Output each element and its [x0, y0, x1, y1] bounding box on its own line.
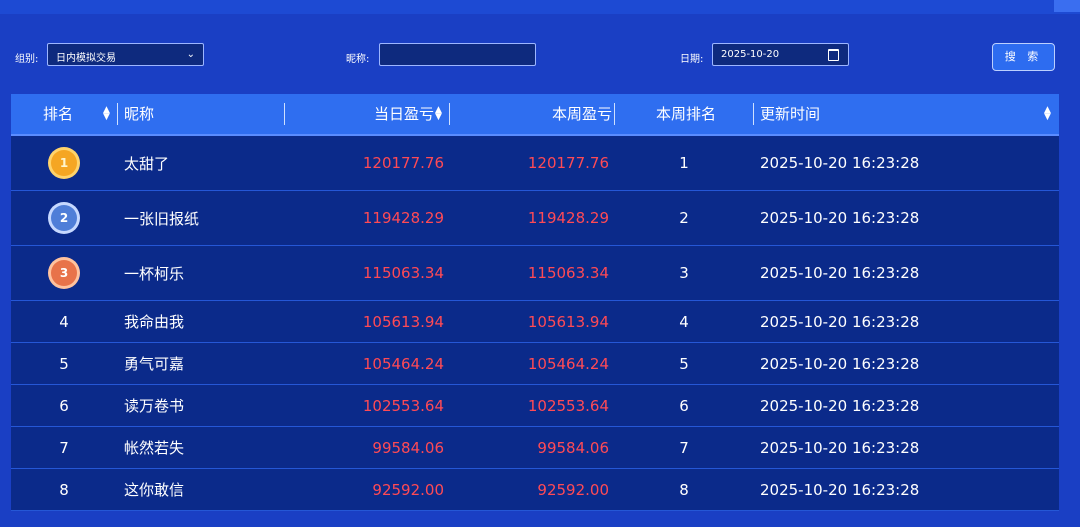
group-select-value: 日内模拟交易 [56, 53, 116, 64]
sort-updated-icon[interactable]: ▲ ▼ [1044, 106, 1051, 122]
corner-tab[interactable] [1054, 0, 1080, 12]
day-pnl-cell: 119428.29 [362, 209, 444, 227]
week-pnl-cell: 92592.00 [537, 480, 609, 499]
week-rank-cell: 7 [679, 438, 689, 457]
day-pnl-cell: 115063.34 [362, 264, 444, 282]
table-row[interactable]: 8 这你敢信 92592.00 92592.00 8 2025-10-20 16… [11, 469, 1059, 511]
rank-cell: 3 [11, 246, 117, 300]
updated-cell: 2025-10-20 16:23:28 [760, 354, 920, 373]
header-rank[interactable]: 排名 [43, 94, 73, 134]
day-pnl-cell: 92592.00 [372, 480, 444, 499]
table-body: 1 太甜了 120177.76 120177.76 1 2025-10-20 1… [11, 136, 1059, 511]
bronze-medal-icon: 3 [51, 260, 77, 286]
week-pnl-cell: 105464.24 [527, 354, 609, 373]
header-day-pnl[interactable]: 当日盈亏 [374, 94, 434, 134]
table-row[interactable]: 5 勇气可嘉 105464.24 105464.24 5 2025-10-20 … [11, 343, 1059, 385]
day-pnl-cell: 99584.06 [372, 438, 444, 457]
week-pnl-cell: 115063.34 [527, 264, 609, 282]
updated-cell: 2025-10-20 16:23:28 [760, 312, 920, 331]
date-value: 2025-10-20 [721, 49, 780, 60]
rank-cell: 1 [11, 136, 117, 190]
rank-cell: 7 [59, 438, 69, 457]
week-rank-cell: 8 [679, 480, 689, 499]
week-rank-cell: 1 [679, 154, 689, 172]
week-pnl-cell: 119428.29 [527, 209, 609, 227]
week-pnl-cell: 105613.94 [527, 312, 609, 331]
day-pnl-cell: 120177.76 [362, 154, 444, 172]
table-row[interactable]: 7 帐然若失 99584.06 99584.06 7 2025-10-20 16… [11, 427, 1059, 469]
week-rank-cell: 3 [679, 264, 689, 282]
group-label: 组别: [15, 54, 39, 65]
ranking-table: 排名 ▲ ▼ 昵称 当日盈亏 ▲ ▼ 本周盈亏 本周排名 更新时间 ▲ ▼ 1 太甜了… [11, 94, 1059, 511]
sort-day-pnl-icon[interactable]: ▲ ▼ [435, 106, 442, 122]
nickname-cell: 我命由我 [124, 313, 185, 331]
nickname-cell: 太甜了 [124, 154, 170, 173]
updated-cell: 2025-10-20 16:23:28 [760, 154, 920, 172]
sort-rank-icon[interactable]: ▲ ▼ [103, 106, 110, 122]
search-button[interactable]: 搜 索 [992, 43, 1055, 71]
table-row[interactable]: 3 一杯柯乐 115063.34 115063.34 3 2025-10-20 … [11, 246, 1059, 301]
header-divider [449, 103, 450, 125]
week-rank-cell: 4 [679, 312, 689, 331]
day-pnl-cell: 105613.94 [362, 312, 444, 331]
header-divider [284, 103, 285, 125]
rank-cell: 5 [59, 354, 69, 373]
rank-cell: 6 [59, 396, 69, 415]
nickname-cell: 一张旧报纸 [124, 209, 200, 228]
chevron-down-icon: ⌄ [186, 49, 195, 60]
group-select[interactable]: 日内模拟交易 ⌄ [47, 43, 204, 66]
header-nickname: 昵称 [124, 105, 155, 123]
table-row[interactable]: 2 一张旧报纸 119428.29 119428.29 2 2025-10-20… [11, 191, 1059, 246]
nickname-field[interactable] [379, 43, 536, 66]
updated-cell: 2025-10-20 16:23:28 [760, 480, 920, 499]
header-divider [117, 103, 118, 125]
nickname-cell: 一杯柯乐 [124, 264, 185, 283]
calendar-icon [828, 49, 839, 61]
day-pnl-cell: 102553.64 [362, 396, 444, 415]
date-picker[interactable]: 2025-10-20 [712, 43, 849, 66]
nickname-label: 昵称: [346, 54, 370, 65]
table-row[interactable]: 4 我命由我 105613.94 105613.94 4 2025-10-20 … [11, 301, 1059, 343]
week-pnl-cell: 99584.06 [537, 438, 609, 457]
nickname-input[interactable] [380, 44, 535, 65]
week-pnl-cell: 102553.64 [527, 396, 609, 415]
rank-cell: 4 [59, 312, 69, 331]
header-divider [753, 103, 754, 125]
week-rank-cell: 2 [679, 209, 689, 227]
silver-medal-icon: 2 [51, 205, 77, 231]
header-divider [614, 103, 615, 125]
header-week-pnl: 本周盈亏 [552, 105, 613, 123]
date-label: 日期: [680, 54, 704, 65]
rank-cell: 2 [11, 191, 117, 245]
nickname-cell: 读万卷书 [124, 397, 185, 415]
updated-cell: 2025-10-20 16:23:28 [760, 209, 920, 227]
table-header: 排名 ▲ ▼ 昵称 当日盈亏 ▲ ▼ 本周盈亏 本周排名 更新时间 ▲ ▼ [11, 94, 1059, 136]
gold-medal-icon: 1 [51, 150, 77, 176]
updated-cell: 2025-10-20 16:23:28 [760, 438, 920, 457]
updated-cell: 2025-10-20 16:23:28 [760, 396, 920, 415]
table-row[interactable]: 1 太甜了 120177.76 120177.76 1 2025-10-20 1… [11, 136, 1059, 191]
updated-cell: 2025-10-20 16:23:28 [760, 264, 920, 282]
nickname-cell: 勇气可嘉 [124, 355, 185, 373]
nickname-cell: 帐然若失 [124, 439, 185, 457]
day-pnl-cell: 105464.24 [362, 354, 444, 373]
header-updated: 更新时间 [760, 105, 821, 123]
week-pnl-cell: 120177.76 [527, 154, 609, 172]
top-bar [0, 0, 1080, 14]
table-row[interactable]: 6 读万卷书 102553.64 102553.64 6 2025-10-20 … [11, 385, 1059, 427]
week-rank-cell: 6 [679, 396, 689, 415]
week-rank-cell: 5 [679, 354, 689, 373]
header-week-rank: 本周排名 [656, 105, 717, 123]
rank-cell: 8 [59, 480, 69, 499]
nickname-cell: 这你敢信 [124, 481, 185, 499]
